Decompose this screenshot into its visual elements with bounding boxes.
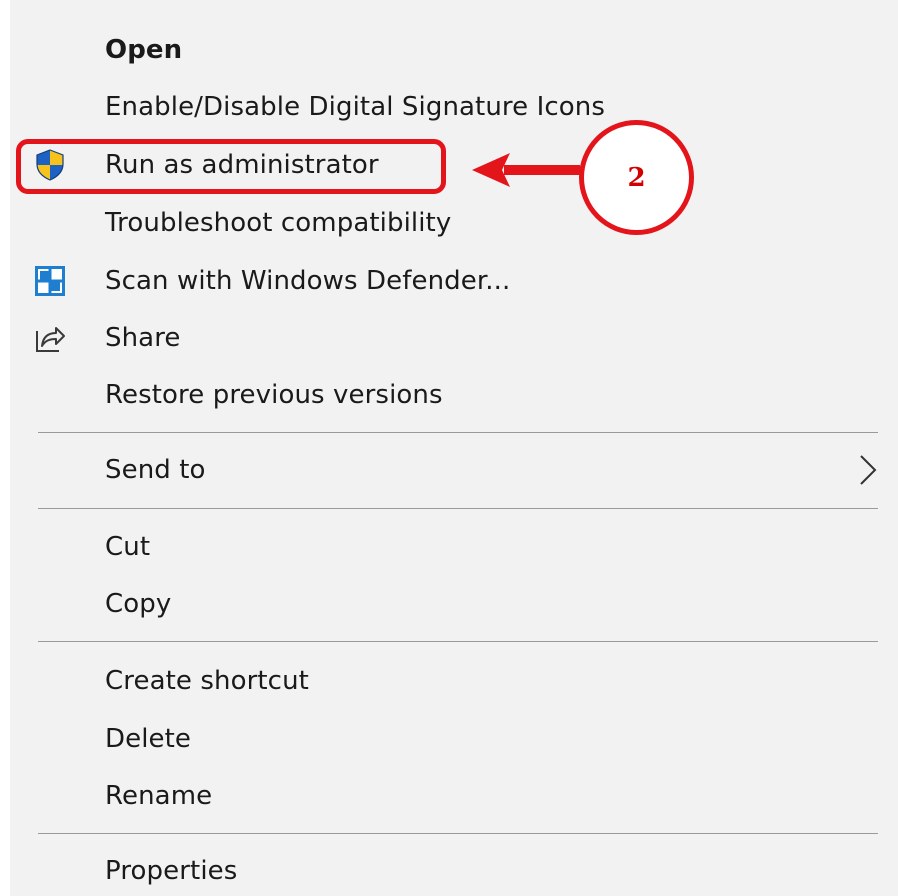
menu-item-copy-label: Copy — [105, 589, 172, 619]
menu-item-restore-previous-versions[interactable]: Restore previous versions — [10, 370, 888, 420]
menu-item-create-shortcut-label: Create shortcut — [105, 666, 309, 696]
step-number-badge: 2 — [579, 120, 694, 235]
menu-separator — [38, 508, 878, 509]
menu-item-open[interactable]: Open — [10, 25, 888, 75]
menu-item-restore-label: Restore previous versions — [105, 380, 443, 410]
chevron-right-icon — [860, 455, 877, 485]
menu-separator — [38, 641, 878, 642]
menu-item-scan-windows-defender[interactable]: Scan with Windows Defender... — [10, 256, 888, 306]
context-menu: Open Enable/Disable Digital Signature Ic… — [0, 0, 898, 896]
menu-item-rename-label: Rename — [105, 781, 213, 811]
windows-defender-icon — [35, 266, 65, 296]
menu-item-properties-label: Properties — [105, 856, 238, 886]
share-icon — [36, 327, 65, 352]
annotation-arrow-icon — [472, 153, 580, 187]
menu-item-delete-label: Delete — [105, 724, 192, 754]
menu-item-properties[interactable]: Properties — [10, 846, 888, 896]
menu-item-open-label: Open — [105, 35, 183, 65]
menu-item-cut[interactable]: Cut — [10, 522, 888, 572]
menu-item-share[interactable]: Share — [10, 313, 888, 363]
menu-item-rename[interactable]: Rename — [10, 771, 888, 821]
menu-item-share-label: Share — [105, 323, 181, 353]
menu-item-delete[interactable]: Delete — [10, 714, 888, 764]
menu-item-signature-icons-label: Enable/Disable Digital Signature Icons — [105, 92, 606, 122]
menu-item-send-to-label: Send to — [105, 455, 206, 485]
menu-separator — [38, 833, 878, 834]
menu-item-scan-defender-label: Scan with Windows Defender... — [105, 266, 511, 296]
menu-item-troubleshoot-label: Troubleshoot compatibility — [105, 208, 452, 238]
menu-item-send-to[interactable]: Send to — [10, 445, 888, 495]
menu-item-troubleshoot-compatibility[interactable]: Troubleshoot compatibility — [10, 198, 888, 248]
menu-separator — [38, 432, 878, 433]
highlight-box — [16, 139, 446, 194]
menu-item-signature-icons[interactable]: Enable/Disable Digital Signature Icons — [10, 82, 888, 132]
menu-item-copy[interactable]: Copy — [10, 579, 888, 629]
menu-item-create-shortcut[interactable]: Create shortcut — [10, 656, 888, 706]
menu-item-cut-label: Cut — [105, 532, 151, 562]
